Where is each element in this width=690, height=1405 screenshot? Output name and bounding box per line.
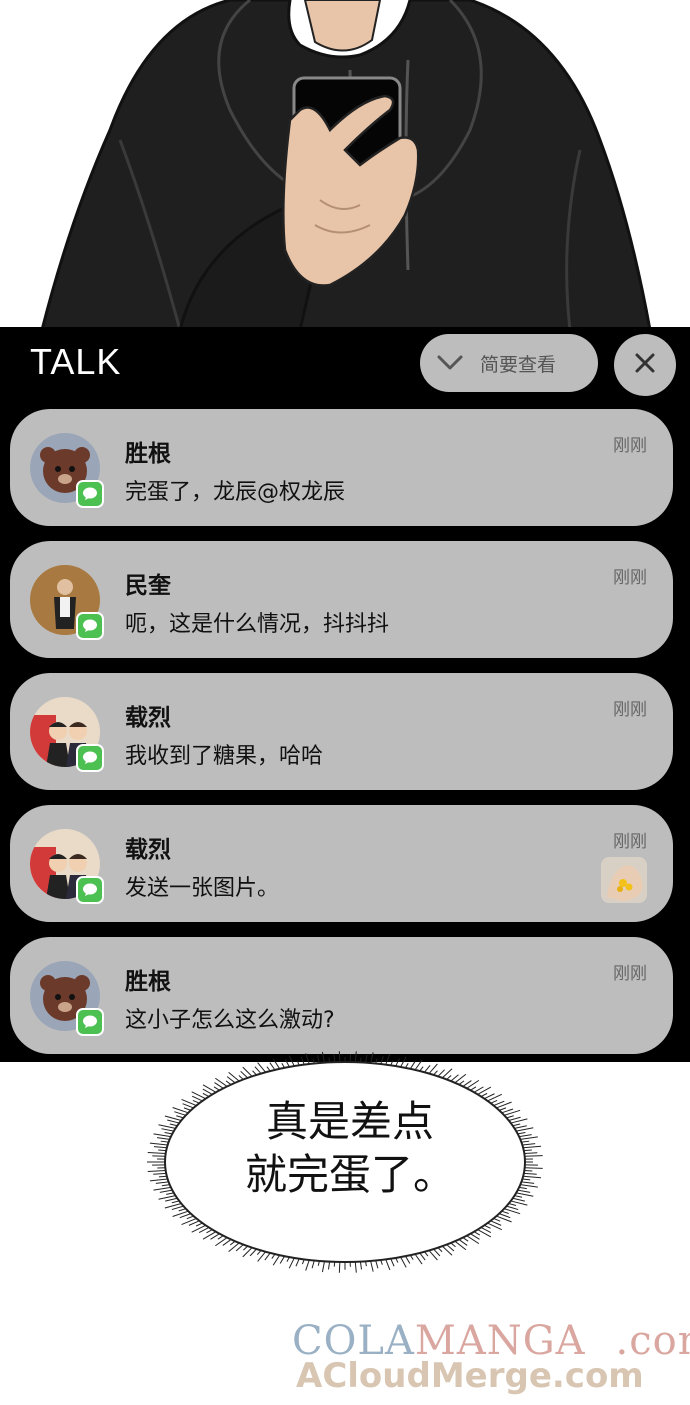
- sender-name: 胜根: [125, 969, 171, 995]
- chevron-down-icon: [436, 354, 466, 372]
- timestamp: 刚刚: [613, 964, 647, 984]
- comic-panel-hoodie-phone: [0, 0, 690, 330]
- bubble-line-2: 就完蛋了。: [244, 1150, 455, 1199]
- message-preview: 完蛋了，龙辰@权龙辰: [125, 480, 346, 505]
- chat-app-icon: [76, 876, 104, 904]
- notification-card[interactable]: 民奎 呃，这是什么情况，抖抖抖 刚刚: [10, 541, 673, 658]
- chat-app-icon: [76, 744, 104, 772]
- notification-card[interactable]: 胜根 完蛋了，龙辰@权龙辰 刚刚: [10, 409, 673, 526]
- sender-name: 载烈: [125, 705, 171, 731]
- sender-name: 载烈: [125, 837, 171, 863]
- panel-title: TALK: [30, 341, 122, 382]
- message-preview: 呃，这是什么情况，抖抖抖: [125, 612, 390, 637]
- sender-name: 胜根: [125, 441, 171, 467]
- sender-name: 民奎: [125, 573, 171, 599]
- bubble-line-1: 真是差点: [265, 1097, 434, 1146]
- timestamp: 刚刚: [613, 568, 647, 588]
- chat-app-icon: [76, 480, 104, 508]
- chat-app-icon: [76, 612, 104, 640]
- timestamp: 刚刚: [613, 700, 647, 720]
- notification-card[interactable]: 载烈 发送一张图片。 刚刚: [10, 805, 673, 922]
- timestamp: 刚刚: [613, 436, 647, 456]
- notification-card[interactable]: 载烈 我收到了糖果，哈哈 刚刚: [10, 673, 673, 790]
- brief-view-button[interactable]: 简要查看: [420, 334, 598, 392]
- watermark-domain: ACloudMerge.com: [296, 1356, 644, 1396]
- timestamp: 刚刚: [613, 832, 647, 852]
- message-preview: 我收到了糖果，哈哈: [125, 744, 324, 769]
- close-icon: [634, 352, 656, 378]
- notification-panel: TALK 简要查看 胜根 完蛋了，龙辰@权龙辰 刚刚 民奎 呃，这是什么情况，抖…: [0, 327, 690, 1062]
- brief-view-label: 简要查看: [480, 353, 557, 376]
- candy-photo-thumbnail[interactable]: [601, 857, 647, 903]
- close-button[interactable]: [614, 334, 676, 396]
- message-preview: 发送一张图片。: [125, 876, 280, 901]
